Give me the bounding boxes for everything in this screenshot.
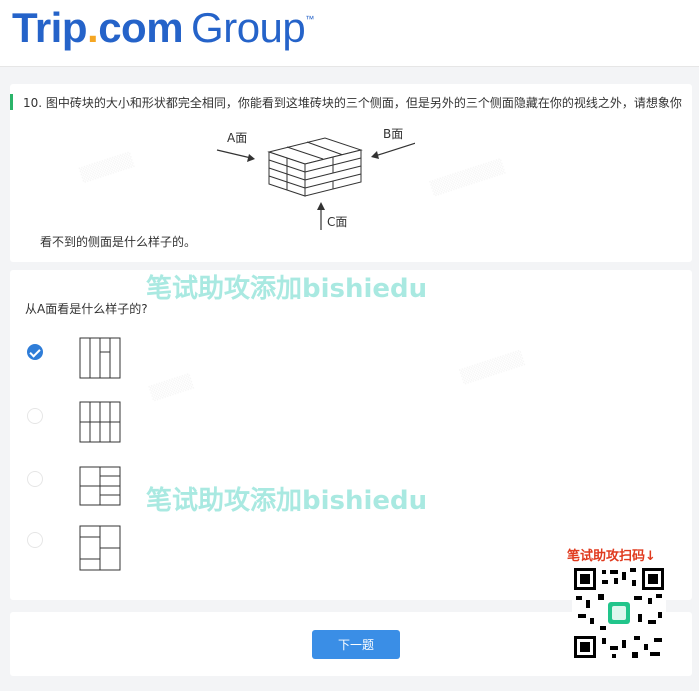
app-header: Trip. com Group ™	[0, 0, 699, 67]
option-a-radio[interactable]	[27, 344, 43, 360]
qr-label: 笔试助攻扫码↓	[567, 549, 656, 564]
option-d-image[interactable]	[78, 524, 124, 572]
question-accent-bar	[10, 94, 13, 110]
brick-stack-figure: A面 B面 C面	[216, 127, 415, 230]
logo-group: Group	[191, 4, 306, 51]
arrow-b	[374, 142, 415, 157]
option-d-radio[interactable]	[27, 532, 43, 548]
logo-trip: Trip	[12, 4, 88, 51]
next-question-button[interactable]: 下一题	[312, 630, 400, 659]
label-c: C面	[327, 215, 347, 229]
arrow-a	[216, 149, 252, 159]
option-b-image[interactable]	[78, 400, 124, 448]
option-c[interactable]	[23, 463, 133, 513]
option-a-image[interactable]	[78, 336, 124, 384]
option-b[interactable]	[23, 400, 133, 450]
option-d[interactable]	[23, 524, 133, 574]
label-b: B面	[383, 127, 403, 141]
option-c-radio[interactable]	[27, 471, 43, 487]
question-text-cont: 看不到的侧面是什么样子的。	[40, 235, 197, 249]
watermark-text: 笔试助攻添加bishiedu	[146, 274, 428, 304]
label-a: A面	[227, 131, 247, 145]
question-text: 10. 图中砖块的大小和形状都完全相同，你能看到这堆砖块的三个侧面，但是另外的三…	[23, 96, 682, 110]
option-b-radio[interactable]	[27, 408, 43, 424]
watermark-text: 笔试助攻添加bishiedu	[146, 486, 428, 516]
logo-dot: .	[87, 4, 99, 51]
trip-com-group-logo: Trip. com Group ™	[12, 4, 314, 54]
qr-code-image	[572, 566, 666, 660]
answer-prompt: 从A面看是什么样子的?	[25, 302, 148, 316]
option-c-image[interactable]	[78, 463, 124, 511]
logo-com: com	[98, 4, 184, 51]
logo-trademark: ™	[305, 14, 314, 24]
option-a[interactable]	[23, 336, 133, 386]
